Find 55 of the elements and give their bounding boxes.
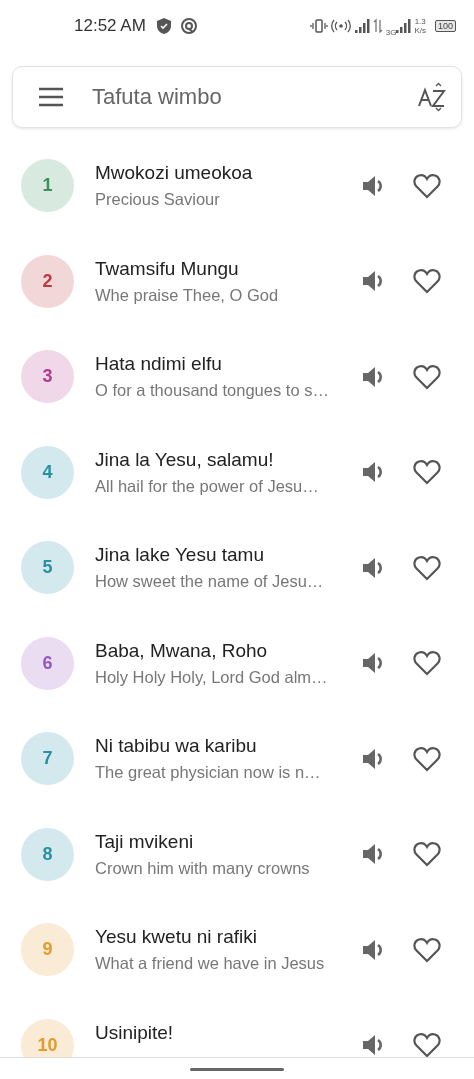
- hymn-subtitle: Crown him with many crowns: [95, 858, 311, 878]
- heart-icon[interactable]: [413, 554, 441, 581]
- hymn-title[interactable]: Taji mvikeni: [95, 830, 360, 853]
- number-badge: 9: [21, 923, 74, 977]
- hotspot-icon: [330, 18, 351, 34]
- speed-value: 1.3: [414, 17, 426, 26]
- number-badge: 2: [21, 254, 74, 308]
- heart-icon[interactable]: [413, 936, 441, 963]
- hymn-subtitle: The great physician now is n…: [95, 763, 322, 783]
- hymn-subtitle: Whe praise Thee, O God: [95, 285, 280, 305]
- hymn-subtitle: Holy Holy Holy, Lord God alm…: [95, 667, 329, 687]
- heart-icon[interactable]: [413, 841, 441, 868]
- hymn-title[interactable]: Jina la Yesu, salamu!: [95, 448, 360, 471]
- heart-icon[interactable]: [413, 172, 441, 199]
- search-bar[interactable]: Tafuta wimbo: [12, 66, 462, 128]
- sync-icon: [179, 17, 198, 35]
- heart-icon[interactable]: [413, 745, 441, 772]
- heart-icon[interactable]: [413, 363, 441, 390]
- shield-icon: [155, 17, 172, 35]
- hymn-subtitle: O for a thousand tongues to s…: [95, 381, 330, 401]
- hymn-subtitle: Precious Saviour: [95, 190, 221, 210]
- number-badge: 6: [21, 636, 74, 690]
- hymn-title[interactable]: Mwokozi umeokoa: [95, 162, 360, 185]
- hymn-subtitle: All hail for the power of Jesu…: [95, 476, 320, 496]
- hymn-title[interactable]: Twamsifu Mungu: [95, 257, 360, 280]
- hymn-title[interactable]: Hata ndimi elfu: [95, 353, 360, 376]
- number-badge: 4: [21, 445, 74, 499]
- network-type: 3G: [385, 27, 397, 37]
- gesture-handle[interactable]: [190, 1068, 284, 1071]
- hymn-title[interactable]: Usinipite!: [95, 1021, 360, 1044]
- battery-level: 100: [434, 20, 456, 32]
- hymn-title[interactable]: Jina lake Yesu tamu: [95, 544, 360, 567]
- number-badge: 8: [21, 827, 74, 881]
- heart-icon[interactable]: [413, 268, 441, 295]
- signal-icon: [395, 18, 412, 34]
- heart-icon[interactable]: [413, 1032, 441, 1057]
- search-field[interactable]: Tafuta wimbo: [92, 84, 389, 110]
- hymn-subtitle: How sweet the name of Jesu…: [95, 572, 325, 592]
- number-badge: 1: [21, 159, 74, 213]
- number-badge: 5: [21, 541, 74, 595]
- signal-icon: [353, 18, 370, 34]
- hymn-title[interactable]: Ni tabibu wa karibu: [95, 735, 360, 758]
- number-badge: 7: [21, 732, 74, 786]
- speed-unit: K/s: [414, 26, 426, 35]
- menu-icon[interactable]: [38, 87, 64, 107]
- data-arrows-icon: [372, 18, 383, 34]
- heart-icon[interactable]: [413, 459, 441, 486]
- number-badge: 3: [21, 350, 74, 404]
- sort-az-icon[interactable]: [417, 82, 447, 112]
- vibrate-icon: [309, 18, 328, 34]
- clock-time: 12:52 AM: [74, 16, 146, 36]
- hymn-subtitle: What a friend we have in Jesus: [95, 954, 326, 974]
- heart-icon[interactable]: [413, 650, 441, 677]
- hymn-title[interactable]: Yesu kwetu ni rafiki: [95, 926, 360, 949]
- hymn-title[interactable]: Baba, Mwana, Roho: [95, 639, 360, 662]
